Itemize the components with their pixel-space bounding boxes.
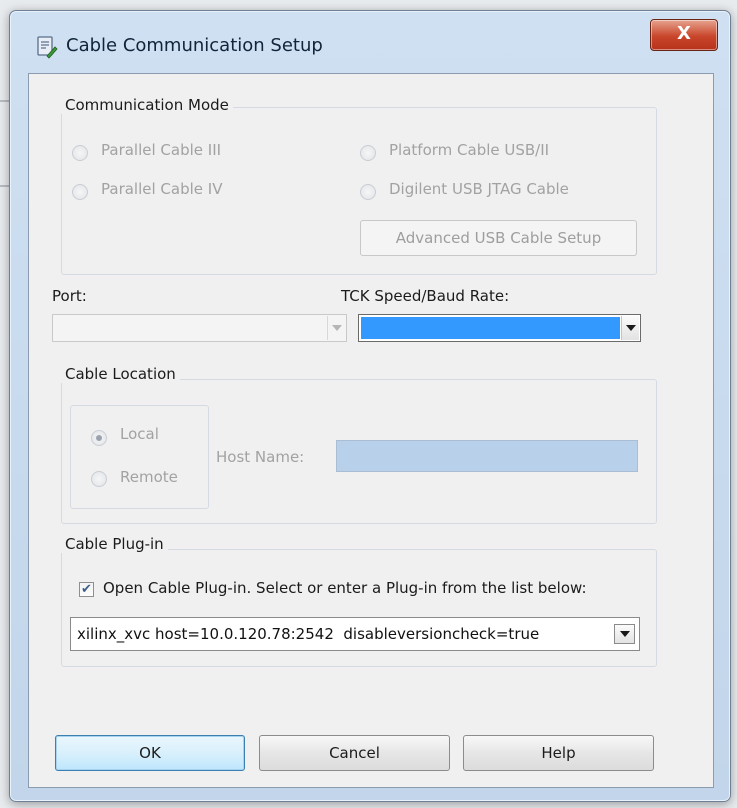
ok-button[interactable]: OK [55, 735, 245, 771]
cable-setup-icon [35, 35, 59, 59]
tck-speed-combobox[interactable] [358, 314, 641, 342]
local-radio[interactable] [91, 430, 107, 446]
remote-radio[interactable] [91, 471, 107, 487]
cancel-button[interactable]: Cancel [259, 735, 450, 771]
parallel-cable-iv-radio[interactable] [72, 184, 88, 200]
tck-speed-label: TCK Speed/Baud Rate: [341, 287, 510, 305]
digilent-usb-jtag-radio[interactable] [360, 184, 376, 200]
tck-speed-dropdown-icon[interactable] [621, 316, 639, 340]
cable-plugin-dropdown-icon[interactable] [614, 624, 635, 644]
dialog-title: Cable Communication Setup [66, 35, 323, 56]
cable-plugin-value: xilinx_xvc host=10.0.120.78:2542 disable… [77, 625, 540, 643]
parallel-cable-iv-label: Parallel Cable IV [101, 180, 223, 198]
port-combobox[interactable] [52, 314, 347, 342]
local-label: Local [120, 425, 159, 443]
cable-location-label: Cable Location [61, 365, 180, 383]
background-divider [0, 185, 9, 187]
checkmark-icon: ✔ [81, 582, 92, 597]
host-name-label: Host Name: [216, 448, 305, 466]
parallel-cable-iii-label: Parallel Cable III [101, 141, 222, 159]
tck-speed-selection-highlight [361, 317, 620, 339]
platform-cable-usb-radio[interactable] [360, 145, 376, 161]
port-dropdown-icon[interactable] [327, 316, 345, 340]
close-icon: X [677, 23, 691, 44]
remote-label: Remote [120, 468, 178, 486]
dialog-client-area: Communication Mode Parallel Cable III Pa… [28, 73, 714, 788]
host-name-input[interactable] [336, 440, 638, 472]
local-remote-box [70, 405, 209, 509]
communication-mode-label: Communication Mode [61, 96, 233, 114]
digilent-usb-jtag-label: Digilent USB JTAG Cable [389, 180, 569, 198]
cable-plugin-combobox[interactable]: xilinx_xvc host=10.0.120.78:2542 disable… [70, 617, 640, 651]
cable-plugin-label: Cable Plug-in [61, 535, 168, 553]
port-label: Port: [52, 287, 87, 305]
cable-communication-setup-dialog: Cable Communication Setup X Communicatio… [9, 10, 731, 802]
advanced-usb-cable-setup-button[interactable]: Advanced USB Cable Setup [360, 220, 637, 256]
background-divider [0, 100, 9, 102]
platform-cable-usb-label: Platform Cable USB/II [389, 141, 550, 159]
open-cable-plugin-label: Open Cable Plug-in. Select or enter a Pl… [103, 579, 587, 597]
open-cable-plugin-checkbox[interactable]: ✔ [79, 582, 94, 597]
title-bar[interactable]: Cable Communication Setup X [10, 11, 730, 73]
close-button[interactable]: X [650, 19, 718, 51]
help-button[interactable]: Help [463, 735, 654, 771]
parallel-cable-iii-radio[interactable] [72, 145, 88, 161]
